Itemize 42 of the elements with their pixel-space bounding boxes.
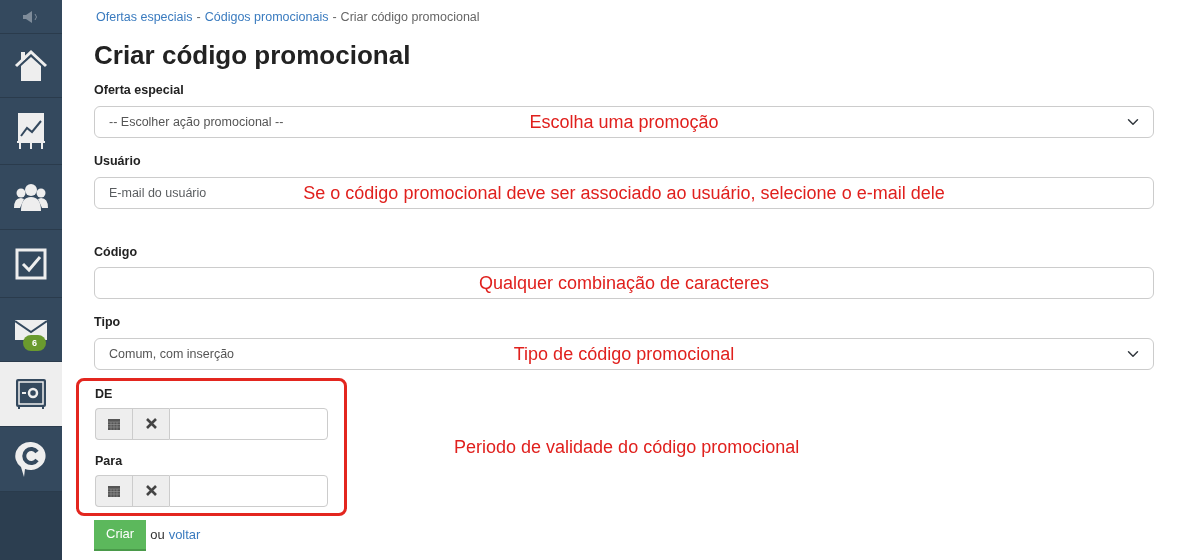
breadcrumb-separator: -: [332, 10, 337, 24]
field-label: DE: [95, 386, 114, 404]
field-label: Usuário: [94, 152, 142, 170]
field-label: Oferta especial: [94, 82, 185, 100]
clear-button[interactable]: [132, 474, 169, 507]
date-input[interactable]: [169, 474, 328, 507]
annotation-text: Periodo de validade do código promocional: [454, 436, 800, 460]
field-label: Código: [94, 243, 139, 261]
back-link[interactable]: voltar: [168, 525, 201, 545]
close-icon: [145, 485, 157, 497]
sidebar-item[interactable]: [0, 34, 62, 98]
clear-button[interactable]: [132, 407, 169, 440]
breadcrumb-link[interactable]: Ofertas especiais: [96, 10, 193, 24]
field-label: Tipo: [94, 314, 122, 332]
calendar-button[interactable]: [95, 474, 132, 507]
count-badge: 6: [23, 335, 46, 351]
or-text: ou: [150, 526, 165, 545]
page-title: Criar código promocional: [94, 40, 412, 72]
sidebar-item[interactable]: [0, 98, 62, 165]
calendar-icon: [108, 484, 120, 497]
sidebar-item[interactable]: [0, 230, 62, 298]
sidebar-item[interactable]: [0, 165, 62, 230]
sidebar-item[interactable]: [0, 0, 62, 34]
sidebar-item[interactable]: 6: [0, 298, 62, 362]
safe-icon: [15, 378, 47, 410]
sidebar-item[interactable]: [0, 427, 62, 492]
breadcrumb-link[interactable]: Códigos promocionais: [204, 10, 329, 24]
checkbox-icon: [15, 247, 47, 280]
home-icon: [13, 47, 49, 84]
mail-icon: [15, 317, 47, 342]
close-icon: [145, 418, 157, 430]
breadcrumb-separator: -: [196, 10, 201, 24]
create-button[interactable]: Criar: [94, 519, 147, 551]
date-input[interactable]: [169, 407, 328, 440]
chart-board-icon: [16, 111, 46, 151]
calendar-icon: [108, 417, 120, 430]
users-icon: [13, 182, 49, 212]
chat-icon: [14, 440, 48, 478]
breadcrumb-current: Criar código promocional: [340, 10, 480, 24]
calendar-button[interactable]: [95, 407, 132, 440]
field-label: Para: [95, 452, 124, 470]
sidebar-item[interactable]: [0, 362, 62, 427]
